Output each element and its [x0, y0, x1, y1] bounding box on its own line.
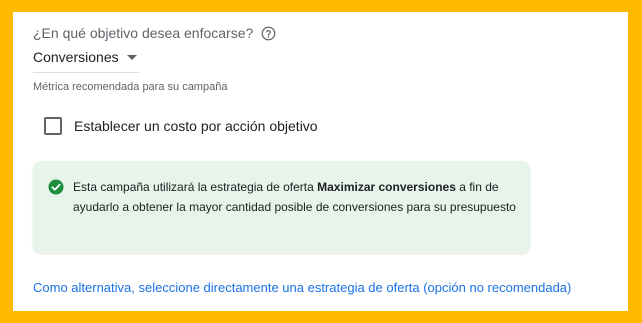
help-circle-icon[interactable]	[261, 26, 276, 41]
info-text-strategy: Maximizar conversiones	[317, 180, 456, 194]
objective-select[interactable]: Conversiones	[33, 48, 139, 73]
check-circle-icon	[47, 178, 65, 196]
objective-question: ¿En qué objetivo desea enfocarse?	[33, 25, 276, 41]
alternative-strategy-link[interactable]: Como alternativa, seleccione directament…	[33, 280, 571, 295]
info-text-before: Esta campaña utilizará la estrategia de …	[73, 180, 318, 194]
objective-question-label: ¿En qué objetivo desea enfocarse?	[33, 25, 254, 41]
target-cpa-label: Establecer un costo por acción objetivo	[74, 118, 318, 134]
target-cpa-checkbox-row[interactable]: Establecer un costo por acción objetivo	[44, 117, 318, 135]
triangle-down-icon	[126, 55, 137, 60]
bidding-panel: ¿En qué objetivo desea enfocarse? Conver…	[13, 12, 628, 311]
strategy-info-text: Esta campaña utilizará la estrategia de …	[73, 177, 523, 217]
objective-helper-text: Métrica recomendada para su campaña	[33, 81, 228, 93]
strategy-info-box: Esta campaña utilizará la estrategia de …	[33, 161, 530, 253]
objective-select-value: Conversiones	[33, 49, 119, 65]
target-cpa-checkbox[interactable]	[44, 117, 62, 135]
